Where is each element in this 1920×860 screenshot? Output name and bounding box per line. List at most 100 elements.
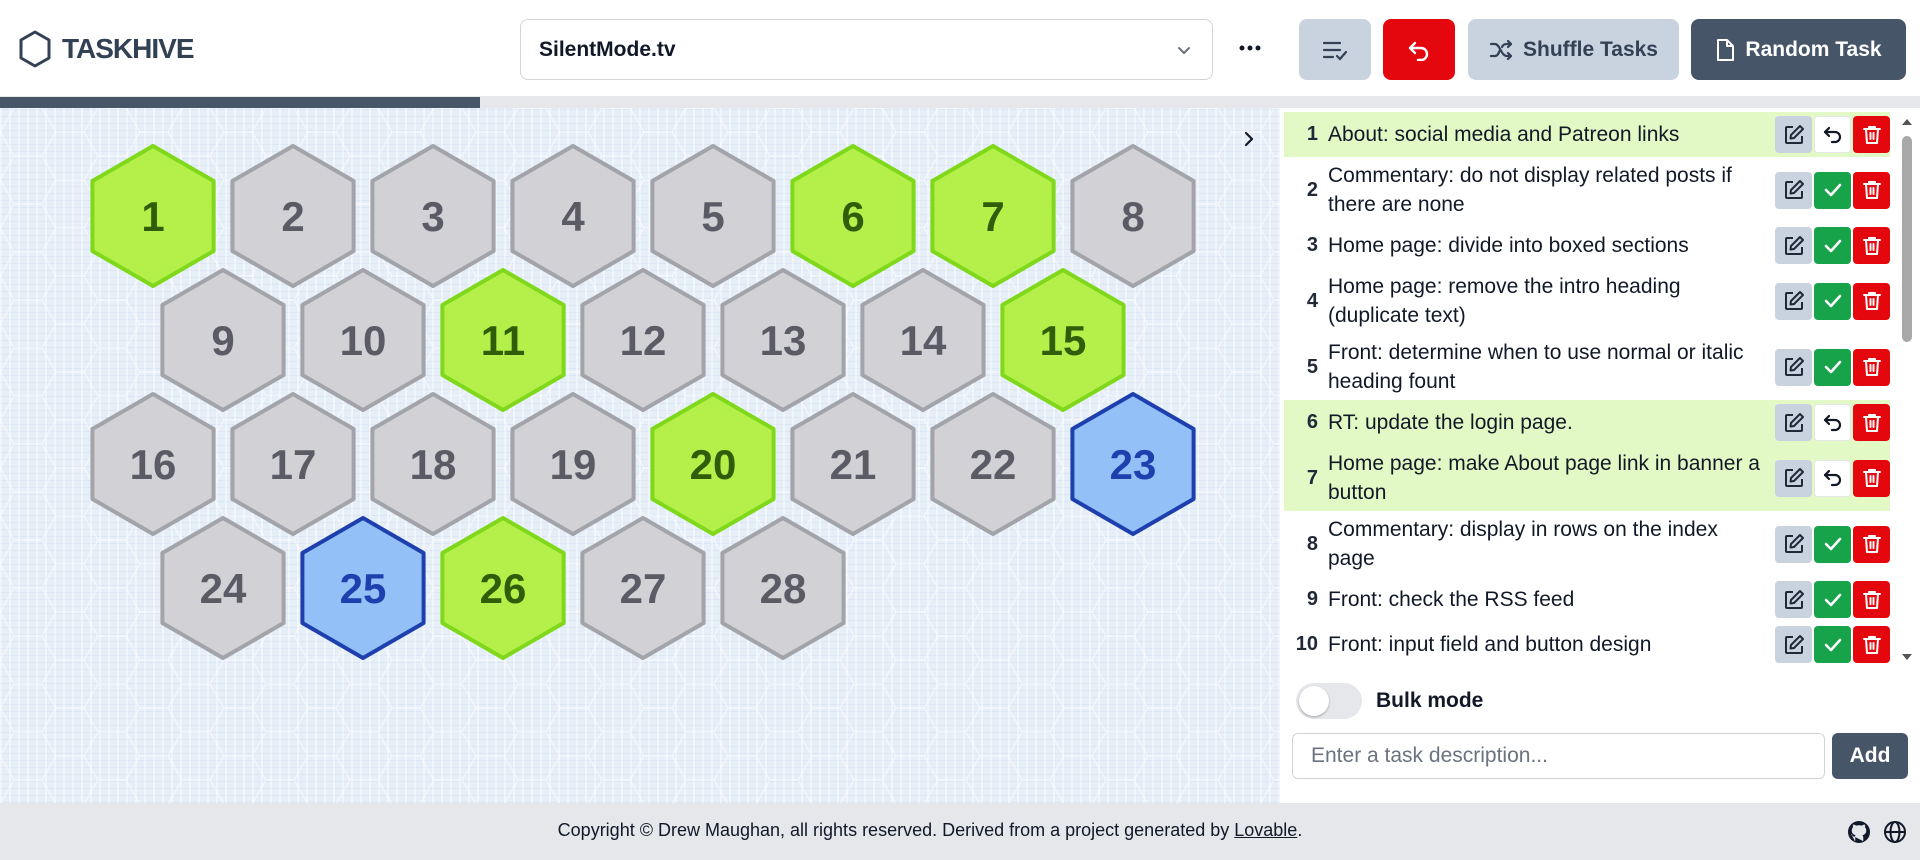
trash-icon [1862,535,1881,553]
more-options-button[interactable] [1232,28,1268,68]
hexagon-icon [19,30,51,68]
trash-icon [1862,413,1881,432]
edit-task-button[interactable] [1775,348,1812,386]
hex-grid: 1 2 3 4 5 6 7 89 10 11 12 13 14 1516 17 18 19 20 21 22 2324 2… [0,108,1280,803]
check-icon [1824,638,1841,651]
hex-number: 21 [830,441,877,488]
task-text: RT: update the login page. [1328,411,1573,434]
task-description-input[interactable] [1292,733,1825,779]
complete-task-button[interactable] [1814,348,1851,386]
edit-icon [1784,589,1804,609]
edit-task-button[interactable] [1775,581,1812,618]
complete-task-button[interactable] [1814,525,1851,563]
task-actions [1775,171,1890,209]
hex-number: 24 [200,565,247,612]
delete-task-button[interactable] [1853,626,1890,663]
trash-icon [1862,358,1881,376]
hex-number: 27 [620,565,667,612]
task-text: Commentary: display in rows on the index… [1328,518,1718,570]
delete-task-button[interactable] [1853,581,1890,618]
hex-number: 17 [270,441,317,488]
complete-task-button[interactable] [1814,227,1851,264]
github-icon[interactable] [1846,819,1872,845]
trash-icon [1862,635,1881,654]
hex-number: 2 [281,193,304,240]
lovable-link[interactable]: Lovable [1234,820,1297,840]
task-text: Home page: remove the intro heading (dup… [1328,275,1681,327]
task-row: 3 Home page: divide into boxed sections [1284,223,1890,268]
globe-icon[interactable] [1882,819,1908,845]
trash-icon [1862,236,1881,255]
hex-number: 25 [340,565,387,612]
task-list-scrollbar[interactable] [1898,112,1916,667]
task-text: Front: check the RSS feed [1328,588,1575,611]
random-task-button[interactable]: Random Task [1691,19,1906,80]
trash-icon [1862,292,1881,310]
task-actions [1775,116,1890,153]
task-actions [1775,525,1890,563]
delete-task-button[interactable] [1853,116,1890,153]
hex-number: 4 [561,193,585,240]
copyright-main: Copyright © Drew Maughan, all rights res… [557,820,1235,840]
undo-task-button[interactable] [1814,404,1851,441]
hex-number: 1 [141,193,164,240]
add-task-button[interactable]: Add [1832,733,1908,779]
scrollbar-thumb[interactable] [1902,136,1912,342]
complete-task-button[interactable] [1814,581,1851,618]
edit-task-button[interactable] [1775,227,1812,264]
delete-task-button[interactable] [1853,348,1890,386]
hex-number: 14 [900,317,947,364]
project-select[interactable]: SilentMode.tv [520,19,1213,80]
toggle-knob [1299,686,1329,716]
undo-task-button[interactable] [1814,116,1851,153]
undo-task-button[interactable] [1814,459,1851,497]
edit-task-button[interactable] [1775,404,1812,441]
bulk-mode-toggle[interactable] [1296,683,1362,719]
copyright-text: Copyright © Drew Maughan, all rights res… [0,820,1860,841]
task-actions [1775,459,1890,497]
delete-task-button[interactable] [1853,404,1890,441]
hex-number: 7 [981,193,1004,240]
task-text: Front: input field and button design [1328,633,1652,656]
edit-task-button[interactable] [1775,459,1812,497]
delete-task-button[interactable] [1853,171,1890,209]
task-number: 9 [1306,588,1318,610]
task-row: 2 Commentary: do not display related post… [1284,157,1890,223]
footer: Copyright © Drew Maughan, all rights res… [0,803,1920,860]
delete-task-button[interactable] [1853,227,1890,264]
complete-task-button[interactable] [1814,282,1851,320]
undo-icon [1408,41,1429,61]
delete-task-button[interactable] [1853,459,1890,497]
collapse-panel-button[interactable] [1236,126,1262,152]
delete-task-button[interactable] [1853,282,1890,320]
complete-task-button[interactable] [1814,171,1851,209]
hex-number: 16 [130,441,177,488]
edit-task-button[interactable] [1775,116,1812,153]
ellipsis-icon [1239,45,1261,51]
scroll-down-icon [1902,654,1912,660]
hex-number: 12 [620,317,667,364]
edit-task-button[interactable] [1775,626,1812,663]
task-actions [1775,348,1890,386]
hex-number: 15 [1040,317,1087,364]
trash-icon [1862,469,1881,487]
hex-number: 20 [690,441,737,488]
shuffle-tasks-button[interactable]: Shuffle Tasks [1468,19,1679,80]
task-row: 6 RT: update the login page. [1284,400,1890,445]
hex-number: 28 [760,565,807,612]
delete-task-button[interactable] [1853,525,1890,563]
task-list: 1 About: social media and Patreon links 2 C… [1284,112,1890,667]
edit-task-button[interactable] [1775,525,1812,563]
file-icon [1717,38,1735,61]
edit-icon [1784,124,1804,144]
trash-icon [1862,181,1881,199]
edit-task-button[interactable] [1775,282,1812,320]
sort-tasks-button[interactable] [1299,19,1371,80]
edit-task-button[interactable] [1775,171,1812,209]
copyright-end: . [1297,820,1303,840]
edit-icon [1784,634,1804,654]
logo[interactable]: TASKHIVE [18,30,194,68]
trash-icon [1862,125,1881,144]
complete-task-button[interactable] [1814,626,1851,663]
undo-button[interactable] [1383,19,1455,80]
